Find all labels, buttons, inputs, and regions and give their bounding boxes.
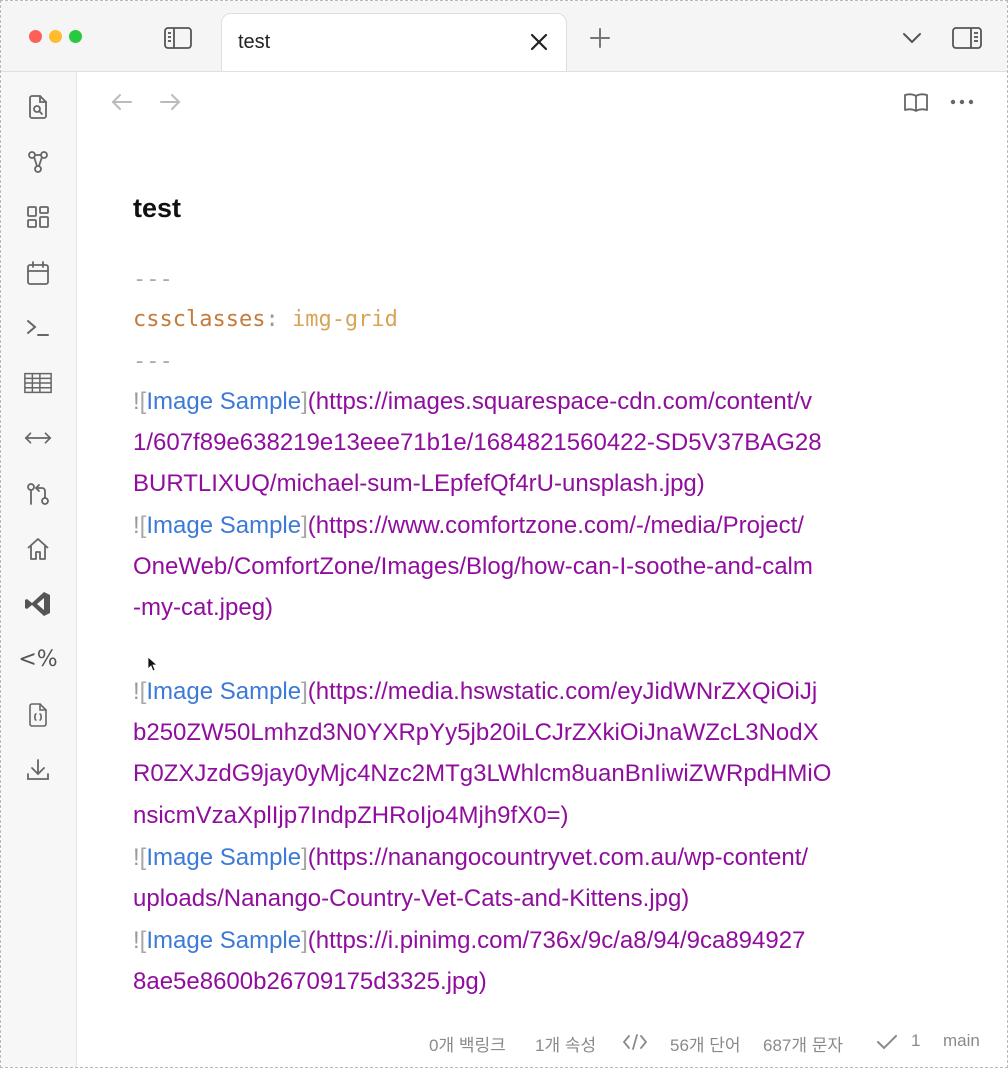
url-continuation-line[interactable]: R0ZXJzdG9jay0yMjc4Nzc2MTg3LWhlcm8uanBnIi… — [133, 753, 831, 794]
image-embed-line[interactable]: ![Image Sample](https://www.comfortzone.… — [133, 505, 804, 546]
table-icon[interactable] — [23, 368, 53, 398]
terminal-icon[interactable] — [23, 313, 53, 343]
sidebar-right-icon[interactable] — [949, 23, 985, 53]
tab-title: test — [238, 31, 271, 53]
image-url[interactable]: nsicmVzaXplIjp7IndpZHRoIjo4Mjh9fX0=) — [133, 802, 569, 829]
status-words: 56개 단어 — [670, 1036, 741, 1055]
percent-icon[interactable]: <% — [18, 644, 57, 674]
close-icon[interactable] — [528, 31, 550, 58]
image-url[interactable]: b250ZW50Lmhzd3N0YXRpYy5jb20iLCJrZXkiOiJn… — [133, 719, 819, 746]
property-value: img-grid — [291, 307, 398, 332]
forward-arrow-icon[interactable] — [157, 91, 183, 113]
embed-bracket-close: ] — [301, 844, 308, 871]
embed-bang: ! — [133, 844, 140, 871]
left-ribbon: <% — [1, 72, 77, 1067]
url-continuation-line[interactable]: 8ae5e8600b26709175d3325.jpg) — [133, 961, 487, 1002]
image-url[interactable]: 8ae5e8600b26709175d3325.jpg) — [133, 968, 487, 995]
frontmatter-close: --- — [133, 349, 173, 374]
embed-bracket-close: ] — [301, 512, 308, 539]
embed-bracket-close: ] — [301, 388, 308, 415]
image-url[interactable]: (https://www.comfortzone.com/-/media/Pro… — [308, 512, 804, 539]
back-arrow-icon[interactable] — [109, 91, 135, 113]
mouse-pointer-icon — [147, 656, 159, 677]
status-properties[interactable]: 1개 속성 — [535, 1031, 596, 1056]
close-window-button[interactable] — [29, 30, 42, 43]
image-alt-text[interactable]: Image Sample — [146, 678, 301, 705]
sidebar-left-icon[interactable] — [161, 23, 195, 53]
download-icon[interactable] — [23, 755, 53, 785]
embed-bang: ! — [133, 388, 140, 415]
image-alt-text[interactable]: Image Sample — [146, 388, 301, 415]
more-options-icon[interactable] — [949, 93, 975, 111]
status-characters: 687개 문자 — [763, 1036, 844, 1055]
embed-bang: ! — [133, 927, 140, 954]
image-alt-text[interactable]: Image Sample — [146, 512, 301, 539]
plus-icon[interactable] — [587, 25, 613, 51]
check-icon[interactable] — [875, 1032, 899, 1057]
image-alt-text[interactable]: Image Sample — [146, 927, 301, 954]
image-url[interactable]: -my-cat.jpeg) — [133, 594, 273, 621]
graph-icon[interactable] — [23, 147, 53, 177]
image-url[interactable]: uploads/Nanango-Country-Vet-Cats-and-Kit… — [133, 885, 689, 912]
image-url[interactable]: (https://nanangocountryvet.com.au/wp-con… — [308, 844, 808, 871]
arrows-horizontal-icon[interactable] — [23, 423, 53, 453]
url-continuation-line[interactable]: BURTLIXUQ/michael-sum-LEpfefQf4rU-unspla… — [133, 463, 705, 504]
status-sync-count: 1 — [911, 1031, 921, 1050]
note-title: test — [133, 193, 182, 223]
chevron-down-icon[interactable] — [899, 27, 925, 49]
json-file-icon[interactable] — [23, 700, 53, 730]
calendar-icon[interactable] — [23, 258, 53, 288]
image-url[interactable]: BURTLIXUQ/michael-sum-LEpfefQf4rU-unspla… — [133, 470, 705, 497]
vscode-icon[interactable] — [23, 589, 53, 619]
image-url[interactable]: (https://i.pinimg.com/736x/9c/a8/94/9ca8… — [308, 927, 806, 954]
git-compare-icon[interactable] — [23, 479, 53, 509]
image-url[interactable]: OneWeb/ComfortZone/Images/Blog/how-can-I… — [133, 553, 813, 580]
code-icon[interactable] — [621, 1032, 649, 1057]
app-window: test <% test --- cssclasses: img-grid --… — [0, 0, 1008, 1068]
frontmatter-property[interactable]: cssclasses: img-grid — [133, 307, 398, 332]
image-alt-text[interactable]: Image Sample — [146, 844, 301, 871]
image-embed-line[interactable]: ![Image Sample](https://i.pinimg.com/736… — [133, 920, 805, 961]
embed-bracket-close: ] — [301, 678, 308, 705]
frontmatter-open: --- — [133, 267, 173, 292]
url-continuation-line[interactable]: OneWeb/ComfortZone/Images/Blog/how-can-I… — [133, 546, 813, 587]
tab-test[interactable]: test — [221, 13, 567, 71]
reading-mode-icon[interactable] — [901, 89, 931, 115]
embed-bracket-close: ] — [301, 927, 308, 954]
dashboard-icon[interactable] — [23, 202, 53, 232]
image-embed-line[interactable]: ![Image Sample](https://media.hswstatic.… — [133, 671, 817, 712]
image-url[interactable]: (https://images.squarespace-cdn.com/cont… — [308, 388, 812, 415]
title-bar: test — [1, 1, 1007, 72]
url-continuation-line[interactable]: b250ZW50Lmhzd3N0YXRpYy5jb20iLCJrZXkiOiJn… — [133, 712, 819, 753]
status-branch[interactable]: main — [943, 1031, 980, 1051]
minimize-window-button[interactable] — [49, 30, 62, 43]
property-key: cssclasses — [133, 307, 266, 332]
url-continuation-line[interactable]: -my-cat.jpeg) — [133, 587, 273, 628]
embed-bang: ! — [133, 512, 140, 539]
home-icon[interactable] — [23, 534, 53, 564]
url-continuation-line[interactable]: uploads/Nanango-Country-Vet-Cats-and-Kit… — [133, 878, 689, 919]
image-url[interactable]: (https://media.hswstatic.com/eyJidWNrZXQ… — [308, 678, 817, 705]
status-backlinks[interactable]: 0개 백링크 — [429, 1031, 506, 1056]
embed-bang: ! — [133, 678, 140, 705]
image-embed-line[interactable]: ![Image Sample](https://nanangocountryve… — [133, 837, 808, 878]
image-url[interactable]: R0ZXJzdG9jay0yMjc4Nzc2MTg3LWhlcm8uanBnIi… — [133, 760, 831, 787]
search-file-icon[interactable] — [23, 92, 53, 122]
url-continuation-line[interactable]: nsicmVzaXplIjp7IndpZHRoIjo4Mjh9fX0=) — [133, 795, 569, 836]
zoom-window-button[interactable] — [69, 30, 82, 43]
image-embed-line[interactable]: ![Image Sample](https://images.squarespa… — [133, 381, 812, 422]
property-colon: : — [265, 307, 279, 332]
url-continuation-line[interactable]: 1/607f89e638219e13eee71b1e/1684821560422… — [133, 422, 822, 463]
image-url[interactable]: 1/607f89e638219e13eee71b1e/1684821560422… — [133, 429, 822, 456]
